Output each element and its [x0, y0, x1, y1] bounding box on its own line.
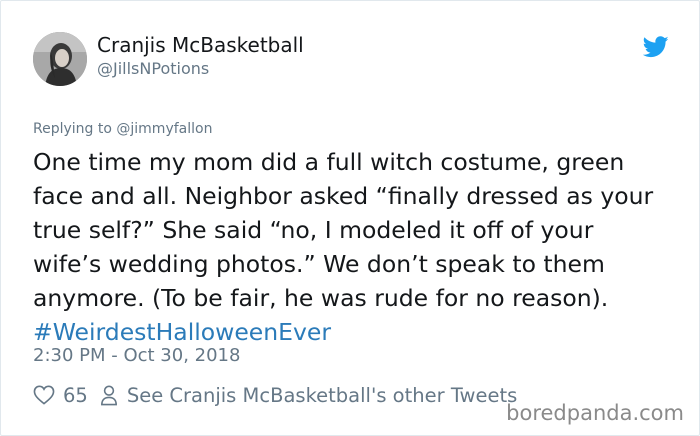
tweet-footer: 65 See Cranjis McBasketball's other Twee… — [33, 382, 517, 408]
hashtag-link[interactable]: #WeirdestHalloweenEver — [33, 315, 683, 349]
like-count: 65 — [63, 383, 88, 407]
watermark: boredpanda.com — [506, 401, 684, 425]
other-tweets-link[interactable]: See Cranjis McBasketball's other Tweets — [127, 384, 517, 407]
tweet-timestamp[interactable]: 2:30 PM - Oct 30, 2018 — [33, 345, 240, 366]
tweet-text-line: true self?” She said “no, I modeled it o… — [33, 216, 594, 244]
heart-icon[interactable] — [33, 385, 55, 405]
replying-prefix: Replying to — [33, 121, 117, 137]
twitter-bird-icon[interactable] — [643, 36, 669, 58]
reply-mention-link[interactable]: @jimmyfallon — [116, 121, 212, 137]
display-name[interactable]: Cranjis McBasketball — [97, 33, 304, 57]
tweet-text-line: face and all. Neighbor asked “finally dr… — [33, 182, 654, 210]
tweet-text-line: wife’s wedding photos.” We don’t speak t… — [33, 250, 605, 278]
tweet-card: Cranjis McBasketball @JillsNPotions Repl… — [0, 0, 700, 436]
tweet-text-line: anymore. (To be fair, he was rude for no… — [33, 284, 609, 312]
tweet-text: One time my mom did a full witch costume… — [33, 145, 683, 349]
user-handle[interactable]: @JillsNPotions — [97, 59, 209, 78]
avatar[interactable] — [33, 32, 87, 86]
person-icon — [100, 385, 117, 405]
replying-to: Replying to @jimmyfallon — [33, 121, 212, 137]
avatar-photo — [33, 32, 87, 86]
tweet-text-line: One time my mom did a full witch costume… — [33, 148, 625, 176]
